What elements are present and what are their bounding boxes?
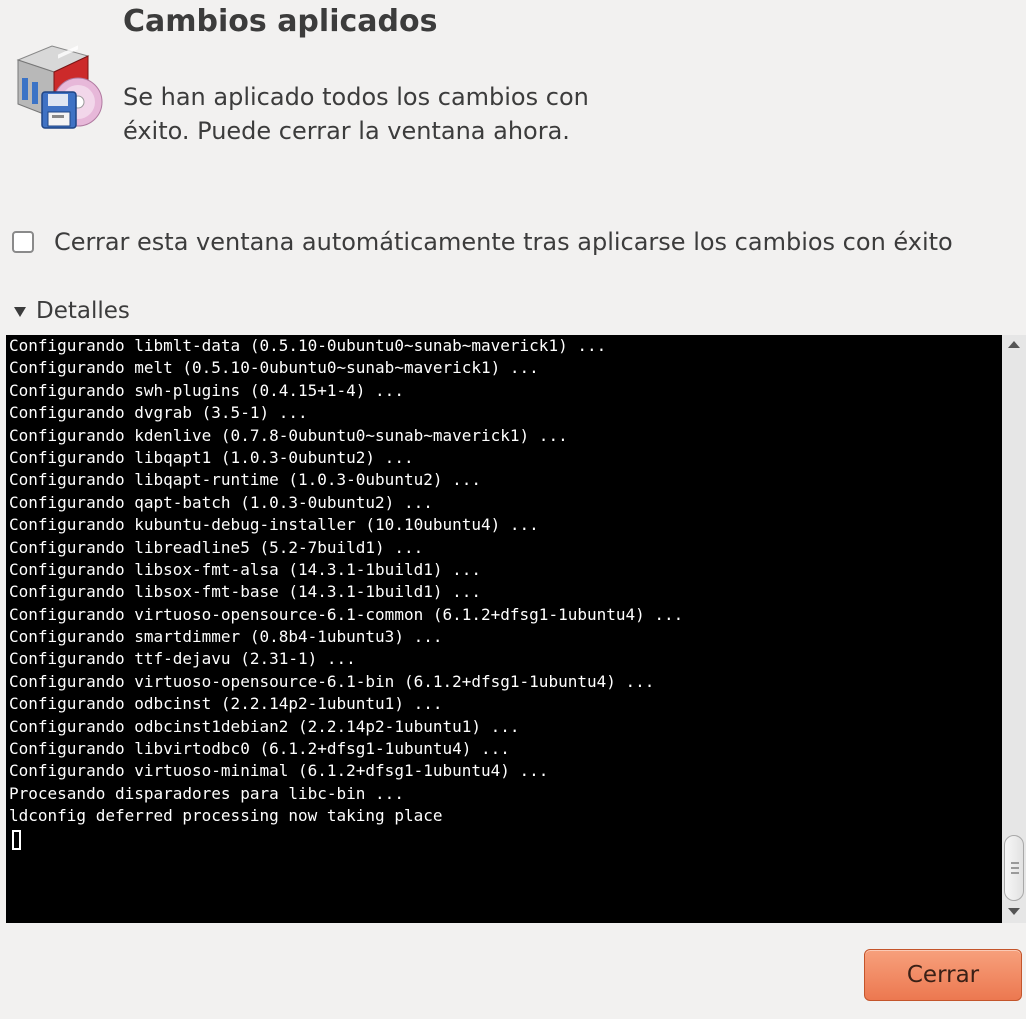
auto-close-label: Cerrar esta ventana automáticamente tras… — [54, 228, 953, 256]
terminal-line: Configurando libqapt-runtime (1.0.3-0ubu… — [9, 470, 482, 490]
dialog-title: Cambios aplicados — [123, 4, 438, 39]
scroll-up-arrow-icon[interactable] — [1008, 341, 1020, 348]
terminal-line: Configurando libsox-fmt-alsa (14.3.1-1bu… — [9, 559, 482, 579]
terminal-line: Procesando disparadores para libc-bin ..… — [9, 783, 404, 803]
terminal-line: Configurando ttf-dejavu (2.31-1) ... — [9, 649, 356, 669]
terminal-line: Configurando libqapt1 (1.0.3-0ubuntu2) .… — [9, 447, 414, 467]
dialog-message: Se han aplicado todos los cambios con éx… — [123, 83, 589, 145]
details-expander[interactable]: Detalles — [14, 298, 130, 324]
terminal-line: Configurando kdenlive (0.7.8-0ubuntu0~su… — [9, 425, 568, 445]
terminal-line: Configurando odbcinst (2.2.14p2-1ubuntu1… — [9, 694, 443, 714]
terminal-line: Configurando libmlt-data (0.5.10-0ubuntu… — [9, 336, 607, 355]
terminal-line: Configurando odbcinst1debian2 (2.2.14p2-… — [9, 716, 520, 736]
scrollbar-thumb[interactable] — [1004, 835, 1024, 901]
terminal-line: Configurando libsox-fmt-base (14.3.1-1bu… — [9, 582, 482, 602]
thumb-grip-icon — [1011, 872, 1019, 874]
terminal-line: Configurando virtuoso-opensource-6.1-bin… — [9, 671, 655, 691]
terminal-line: Configurando swh-plugins (0.4.15+1-4) ..… — [9, 380, 404, 400]
terminal-line: Configurando dvgrab (3.5-1) ... — [9, 403, 308, 423]
expander-triangle-icon — [14, 307, 26, 317]
terminal-cursor — [12, 829, 21, 850]
terminal-line: Configurando virtuoso-minimal (6.1.2+dfs… — [9, 761, 549, 781]
thumb-grip-icon — [1011, 862, 1019, 864]
package-installer-icon — [8, 38, 104, 134]
scroll-down-arrow-icon[interactable] — [1008, 908, 1020, 915]
auto-close-checkbox[interactable] — [12, 231, 34, 253]
terminal-line: Configurando qapt-batch (1.0.3-0ubuntu2)… — [9, 492, 433, 512]
auto-close-option[interactable]: Cerrar esta ventana automáticamente tras… — [12, 228, 953, 256]
terminal-line: Configurando libvirtodbc0 (6.1.2+dfsg1-1… — [9, 739, 510, 759]
terminal-line: Configurando virtuoso-opensource-6.1-com… — [9, 604, 684, 624]
terminal-line: Configurando kubuntu-debug-installer (10… — [9, 515, 539, 535]
thumb-grip-icon — [1011, 867, 1019, 869]
terminal-cursor-line — [6, 828, 1002, 850]
close-button[interactable]: Cerrar — [864, 949, 1022, 1001]
terminal-line: Configurando smartdimmer (0.8b4-1ubuntu3… — [9, 627, 443, 647]
details-label: Detalles — [36, 298, 130, 324]
terminal-line: Configurando libreadline5 (5.2-7build1) … — [9, 537, 424, 557]
terminal-line: Configurando melt (0.5.10-0ubuntu0~sunab… — [9, 358, 539, 378]
terminal-scrollbar[interactable] — [1002, 335, 1026, 923]
terminal-output[interactable]: Configurando libmlt-data (0.5.10-0ubuntu… — [6, 335, 1002, 923]
terminal-line: ldconfig deferred processing now taking … — [9, 806, 443, 826]
